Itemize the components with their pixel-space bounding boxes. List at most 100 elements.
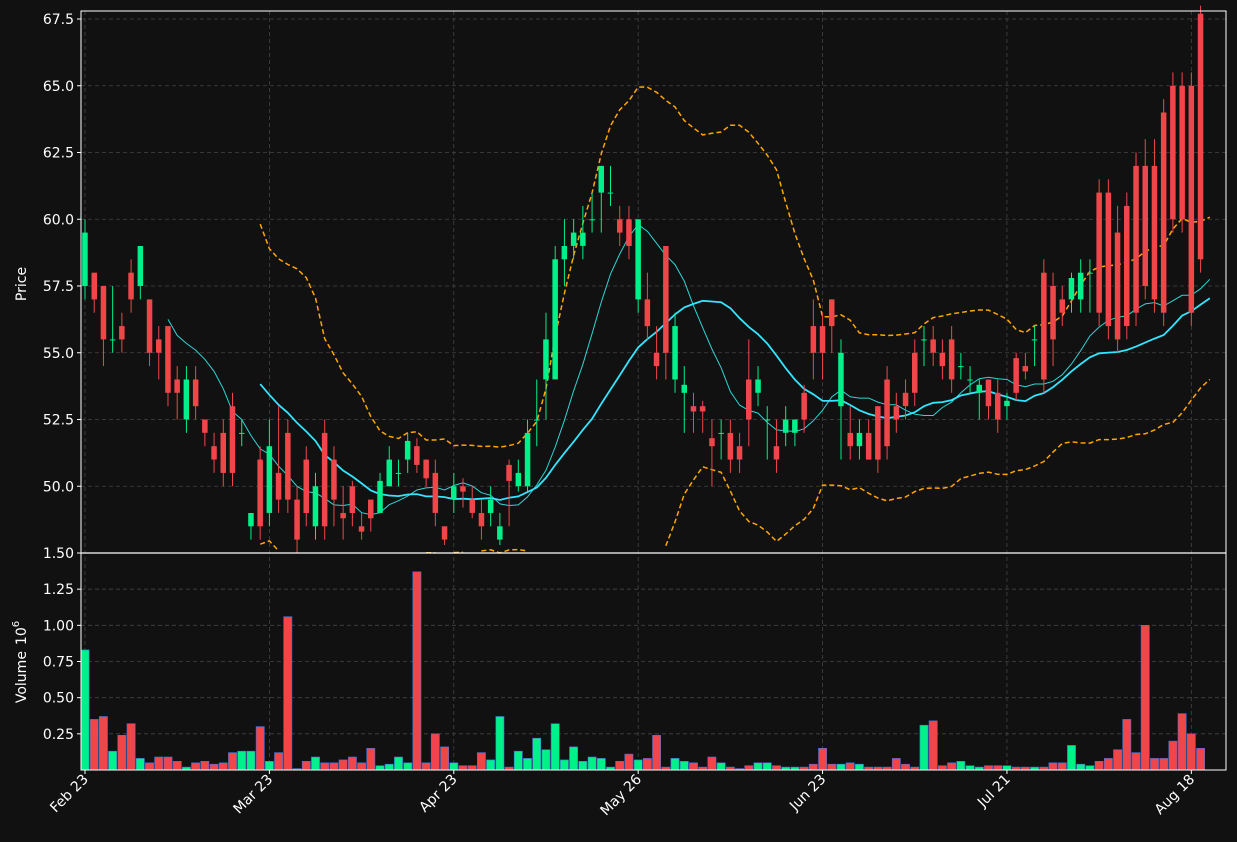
volume-bar xyxy=(117,734,127,771)
volume-bar xyxy=(246,750,256,771)
candle-body xyxy=(1096,192,1102,313)
volume-bar xyxy=(1094,760,1104,771)
volume-tick-label: 1.00 xyxy=(43,618,74,634)
volume-bar xyxy=(836,763,846,771)
volume-bar xyxy=(679,760,689,771)
volume-bar xyxy=(218,762,228,771)
volume-bar xyxy=(403,762,413,771)
volume-bar xyxy=(854,763,864,771)
volume-scale-base: 10 xyxy=(14,627,30,645)
candle-body xyxy=(865,432,872,460)
candle-body xyxy=(736,446,743,460)
candle-body xyxy=(764,419,770,421)
candle-body xyxy=(248,513,254,527)
volume-bar xyxy=(808,763,818,771)
candle-body xyxy=(626,219,632,246)
volume-bar xyxy=(99,716,108,771)
candle-body xyxy=(441,526,448,540)
candle-body xyxy=(995,392,1001,420)
candle-body xyxy=(617,219,623,233)
volume-bar xyxy=(80,649,90,771)
volume-bar xyxy=(670,758,680,771)
candle-body xyxy=(884,379,890,447)
volume-bar xyxy=(126,723,136,771)
candle-body xyxy=(156,339,162,353)
candle-body xyxy=(838,352,844,407)
volume-bar xyxy=(1076,763,1086,771)
candle-body xyxy=(829,299,835,327)
candle-body xyxy=(782,419,789,433)
candle-body xyxy=(183,379,190,420)
candle-body xyxy=(967,379,973,381)
volume-bar xyxy=(172,760,182,771)
candle-body xyxy=(1170,85,1176,220)
volume-bar xyxy=(1150,758,1159,771)
volume-bar xyxy=(255,726,265,771)
candle-body xyxy=(653,352,660,367)
volume-bar xyxy=(412,571,422,771)
candle-body xyxy=(192,379,199,407)
volume-bar xyxy=(375,765,385,771)
volume-bar xyxy=(89,719,99,771)
candle-body xyxy=(921,339,927,341)
volume-bar xyxy=(311,756,320,771)
volume-bar xyxy=(891,758,901,771)
candle-body xyxy=(672,326,678,380)
volume-tick-label: 0.75 xyxy=(43,655,74,671)
volume-tick-label: 0.50 xyxy=(43,691,74,707)
volume-bar xyxy=(1104,758,1113,771)
volume-bar xyxy=(569,746,578,771)
candle-body xyxy=(1105,192,1112,327)
candle-body xyxy=(875,406,881,460)
volume-bar xyxy=(762,762,772,771)
candle-body xyxy=(1031,339,1038,341)
volume-bar xyxy=(1002,765,1012,771)
volume-bar xyxy=(274,752,283,771)
candle-body xyxy=(100,286,107,340)
candle-body xyxy=(312,486,319,527)
volume-bar xyxy=(1168,740,1178,771)
volume-bar xyxy=(689,762,698,771)
price-tick-label: 50.0 xyxy=(43,479,74,495)
volume-bar xyxy=(264,760,274,771)
volume-bar xyxy=(108,750,117,771)
candle-body xyxy=(331,459,337,500)
candle-body xyxy=(451,486,457,500)
candle-body xyxy=(958,366,964,368)
candle-body xyxy=(119,326,125,340)
candle-body xyxy=(1114,232,1121,340)
candle-body xyxy=(976,384,982,393)
candle-body xyxy=(349,486,356,513)
candle-body xyxy=(266,446,273,513)
candle-body xyxy=(515,472,522,487)
candle-body xyxy=(930,339,936,353)
candle-body xyxy=(220,432,226,473)
price-tick-label: 62.5 xyxy=(43,146,74,162)
candle-body xyxy=(912,352,918,393)
candle-body xyxy=(1013,358,1019,393)
candle-body xyxy=(746,379,752,420)
volume-bar xyxy=(550,723,560,771)
volume-bar xyxy=(596,758,606,771)
volume-bar xyxy=(642,758,652,771)
volume-scale-exponent: 6 xyxy=(11,621,22,627)
candle-body xyxy=(469,499,475,513)
chart-background xyxy=(0,0,1237,842)
volume-bar xyxy=(984,765,993,771)
candle-body xyxy=(82,232,88,286)
candle-body xyxy=(589,219,595,221)
volume-bar xyxy=(1067,745,1076,771)
candle-body xyxy=(580,232,586,246)
volume-bar xyxy=(283,616,293,771)
volume-bar xyxy=(928,720,938,771)
volume-bar xyxy=(329,762,339,771)
volume-tick-label: 1.50 xyxy=(43,546,74,562)
price-tick-label: 67.5 xyxy=(43,12,74,28)
volume-bar xyxy=(753,762,763,771)
candle-body xyxy=(340,513,346,519)
candle-body xyxy=(690,406,697,412)
volume-bar xyxy=(163,756,173,771)
volume-bar xyxy=(956,760,966,771)
volume-bar xyxy=(301,760,311,771)
volume-bar xyxy=(919,724,929,771)
